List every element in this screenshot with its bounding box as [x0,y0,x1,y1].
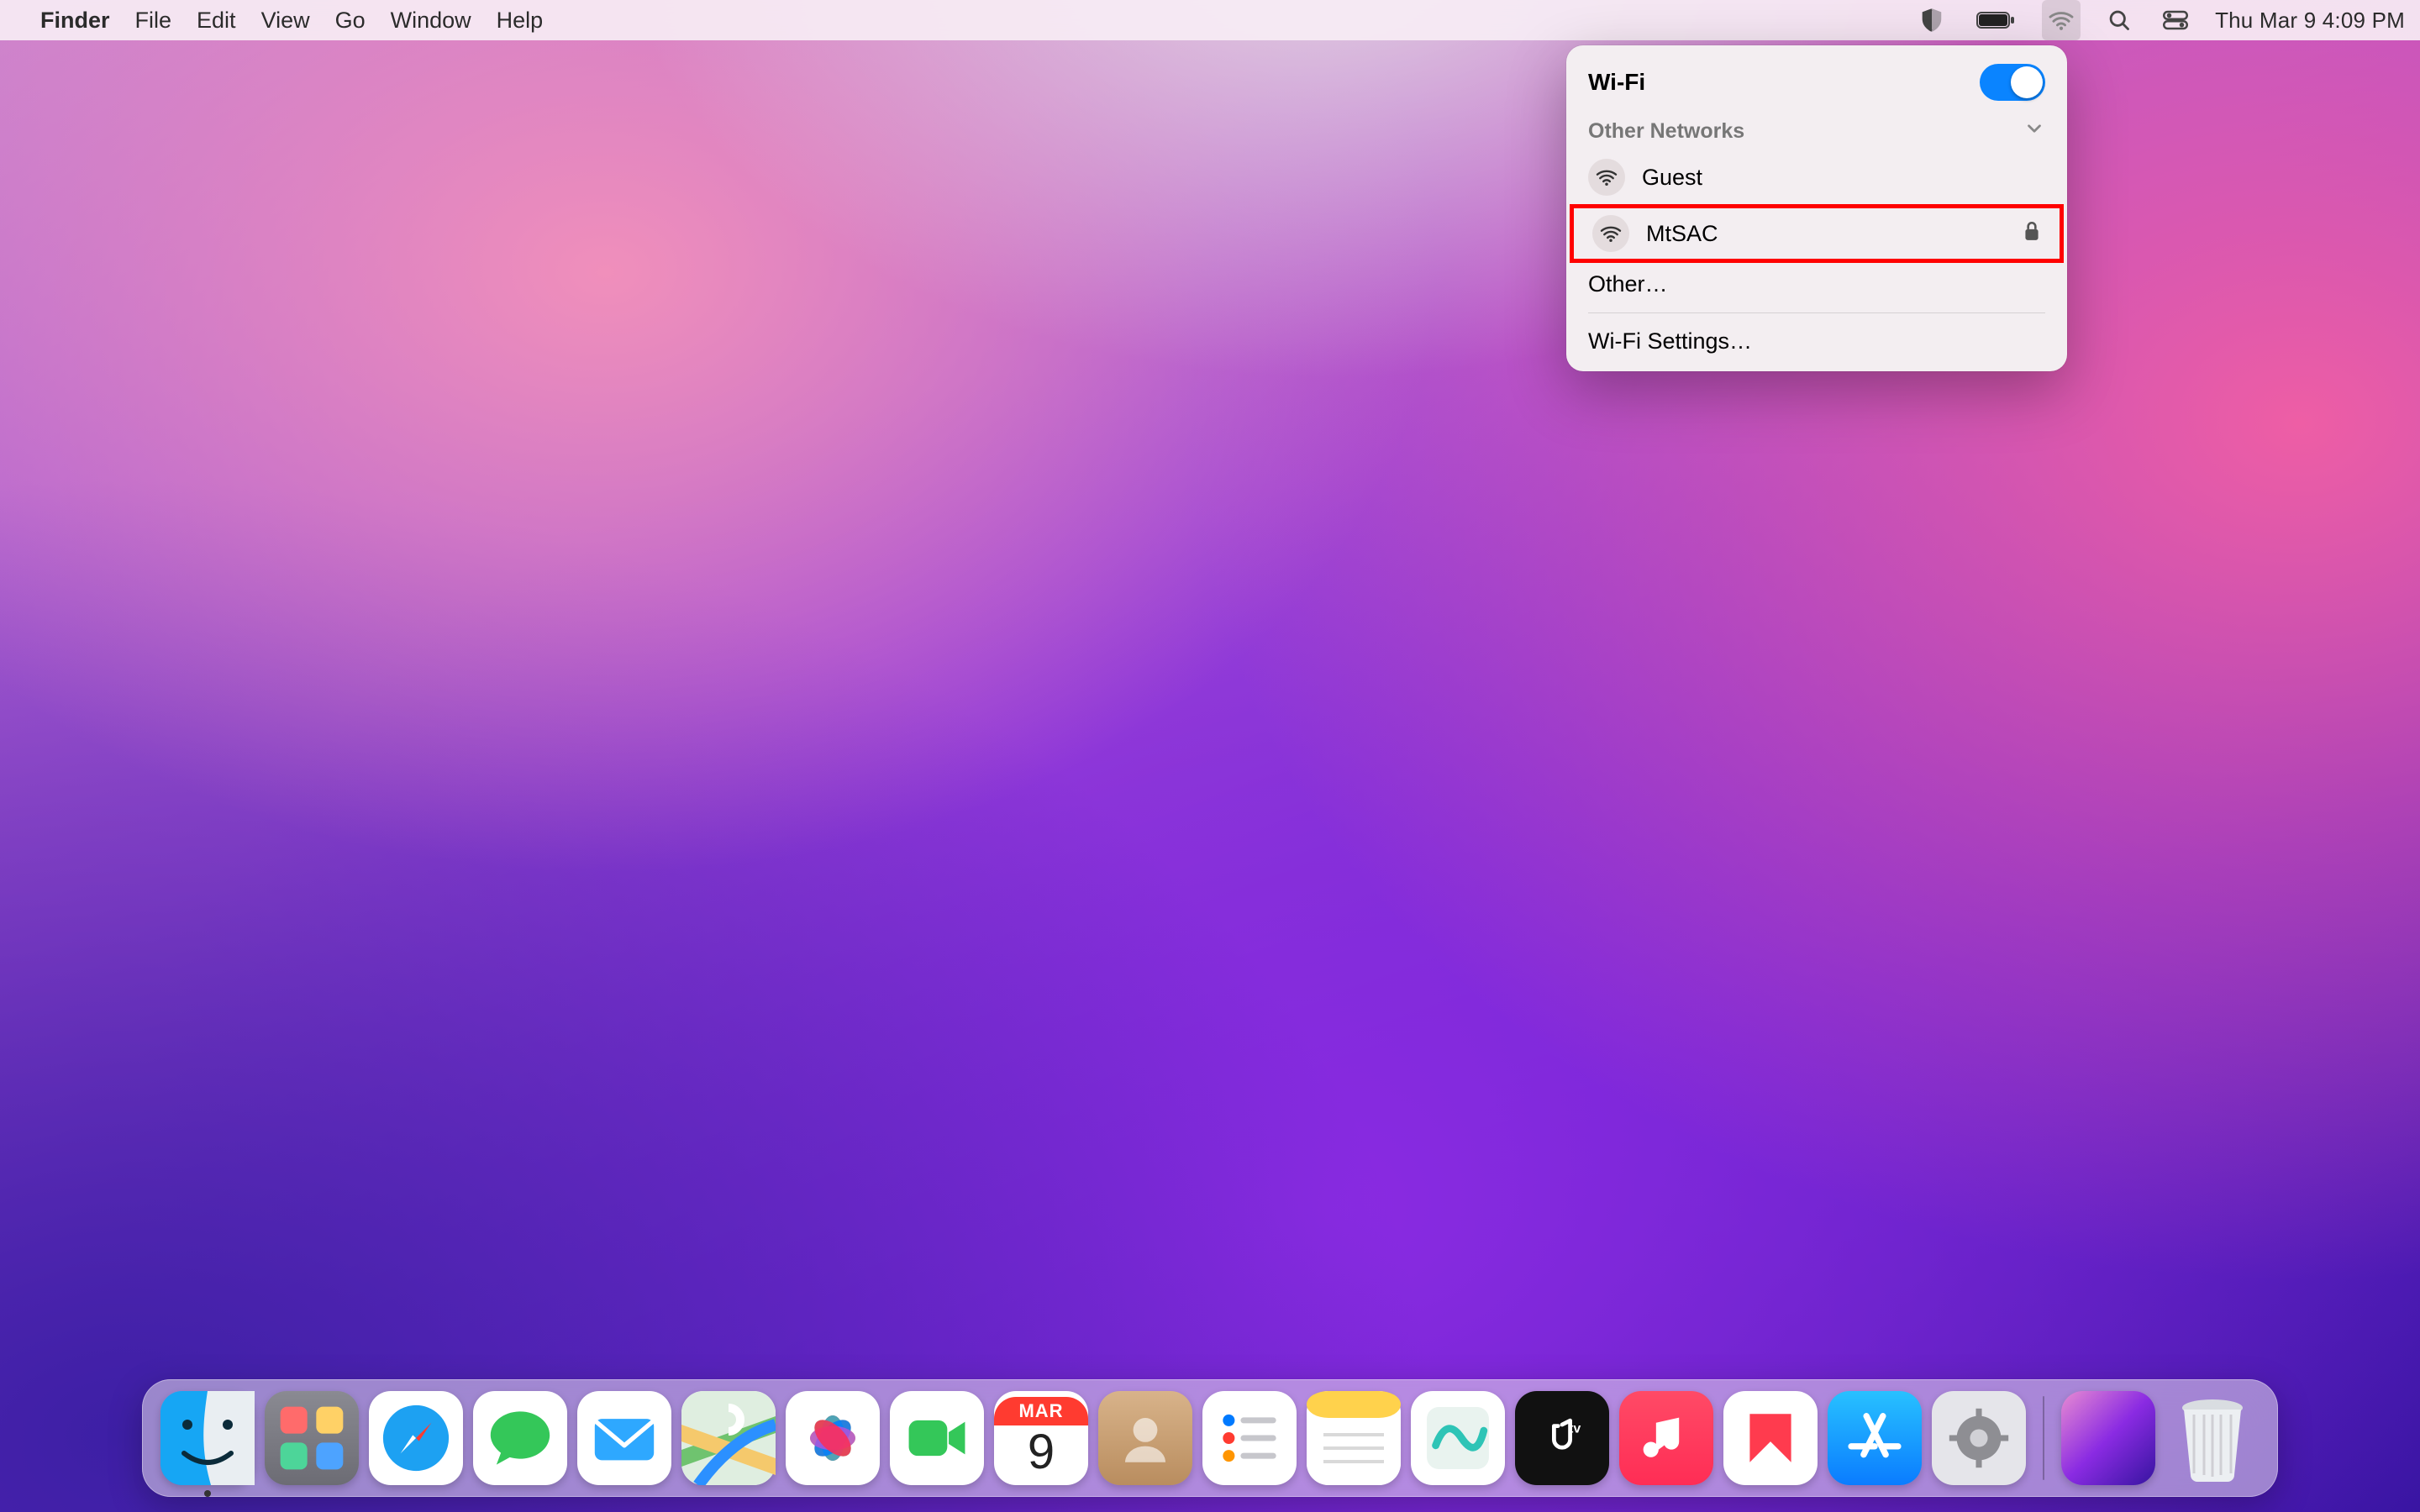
finder-icon [160,1391,255,1485]
privacy-indicator-icon[interactable] [1914,0,1949,40]
dock-divider [2043,1396,2044,1480]
wifi-signal-icon [1588,159,1625,196]
dock-app-safari[interactable] [369,1391,463,1485]
wifi-settings-item[interactable]: Wi-Fi Settings… [1566,320,2067,363]
maps-icon [681,1391,776,1485]
dock-app-news[interactable] [1723,1391,1818,1485]
reminders-icon [1213,1401,1286,1475]
dock-app-music[interactable] [1619,1391,1713,1485]
running-indicator [204,1490,211,1497]
dock-app-freeform[interactable] [1411,1391,1505,1485]
dock-app-maps[interactable] [681,1391,776,1485]
dock-trash[interactable] [2165,1391,2260,1485]
dock-app-notes[interactable] [1307,1391,1401,1485]
menu-bar: Finder File Edit View Go Window Help [0,0,2420,40]
spotlight-icon[interactable] [2102,0,2136,40]
battery-icon[interactable] [1971,0,2020,40]
photos-icon [795,1400,871,1476]
separator [1588,312,2045,313]
dock-recent-screenshot[interactable] [2061,1391,2155,1485]
wifi-network-name: Guest [1642,165,1702,191]
freeform-icon [1421,1401,1495,1475]
news-icon [1736,1404,1805,1473]
settings-icon [1942,1401,2016,1475]
menubar-datetime[interactable]: Thu Mar 9 4:09 PM [2215,8,2405,34]
wifi-settings-label: Wi-Fi Settings… [1588,328,1752,354]
wifi-menu-icon[interactable] [2042,0,2081,40]
notes-icon [1307,1391,1401,1485]
control-center-icon[interactable] [2158,0,2193,40]
dock-app-launchpad[interactable] [265,1391,359,1485]
music-icon [1634,1406,1698,1470]
menu-go[interactable]: Go [335,8,366,34]
chevron-down-icon [2023,118,2045,145]
dock-app-contacts[interactable] [1098,1391,1192,1485]
dock-app-tv[interactable]: tv [1515,1391,1609,1485]
dock-app-mail[interactable] [577,1391,671,1485]
tv-icon: tv [1528,1404,1596,1472]
app-menu[interactable]: Finder [40,8,110,34]
dock-container: MAR 9 [0,1379,2420,1497]
facetime-icon [900,1401,974,1475]
wifi-section-label: Other Networks [1588,119,1744,144]
dock-app-calendar[interactable]: MAR 9 [994,1391,1088,1485]
dock-app-photos[interactable] [786,1391,880,1485]
wifi-toggle[interactable] [1980,64,2045,101]
menu-window[interactable]: Window [391,8,471,34]
calendar-month: MAR [994,1397,1088,1425]
menu-view[interactable]: View [261,8,310,34]
lock-icon [2023,220,2041,248]
appstore-icon [1840,1404,1909,1473]
wifi-section-other-networks[interactable]: Other Networks [1566,111,2067,150]
contacts-icon [1112,1404,1179,1472]
trash-icon [2170,1391,2254,1485]
calendar-icon: MAR 9 [994,1397,1088,1479]
dock-app-facetime[interactable] [890,1391,984,1485]
dock-app-messages[interactable] [473,1391,567,1485]
dock: MAR 9 [142,1379,2278,1497]
dock-app-settings[interactable] [1932,1391,2026,1485]
wifi-network-name: MtSAC [1646,221,1718,247]
wifi-network-guest[interactable]: Guest [1566,150,2067,204]
messages-icon [483,1401,557,1475]
wifi-dropdown: Wi-Fi Other Networks Guest MtSAC [1566,45,2067,371]
menu-file[interactable]: File [135,8,172,34]
wifi-network-mtsac[interactable]: MtSAC [1570,204,2064,263]
dock-app-reminders[interactable] [1202,1391,1297,1485]
dock-app-finder[interactable] [160,1391,255,1485]
menu-edit[interactable]: Edit [197,8,236,34]
mail-icon [587,1401,661,1475]
calendar-day: 9 [994,1425,1088,1479]
wifi-other-label: Other… [1588,271,1668,297]
menu-help[interactable]: Help [497,8,544,34]
svg-text:tv: tv [1569,1422,1581,1436]
safari-icon [377,1399,455,1477]
wifi-signal-icon [1592,215,1629,252]
wifi-title: Wi-Fi [1588,69,1645,96]
launchpad-icon [278,1404,345,1472]
dock-app-appstore[interactable] [1828,1391,1922,1485]
wifi-other-item[interactable]: Other… [1566,263,2067,306]
